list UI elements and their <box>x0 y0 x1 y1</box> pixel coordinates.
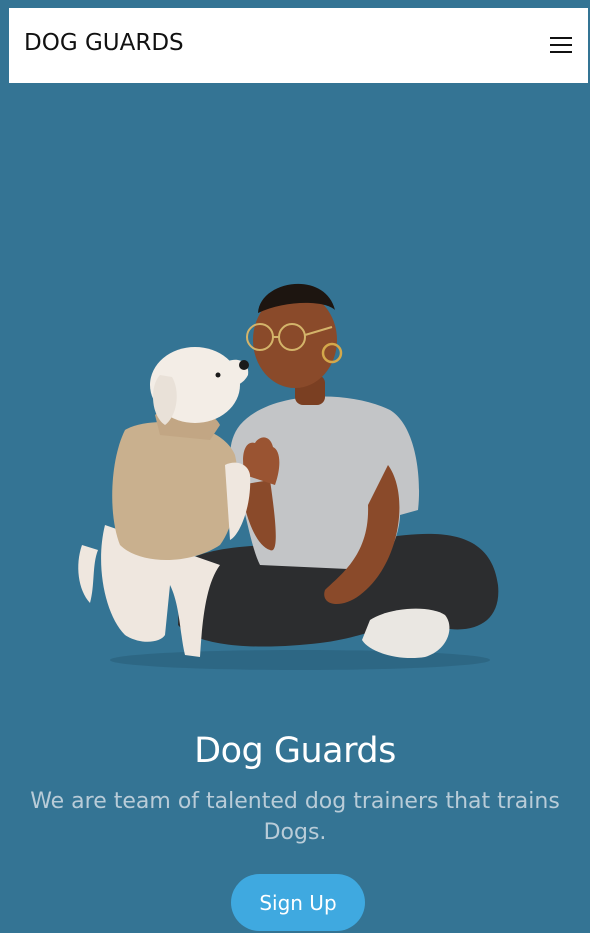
dog-sweater <box>112 422 238 560</box>
navbar: DOG GUARDS <box>9 8 588 83</box>
dog-nose <box>239 360 249 370</box>
person-with-dog-illustration <box>78 283 499 670</box>
sign-up-button[interactable]: Sign Up <box>231 874 365 931</box>
hero-subtitle: We are team of talented dog trainers tha… <box>30 789 560 845</box>
dog-tail <box>78 545 98 603</box>
hero-title: Dog Guards <box>194 731 396 772</box>
dog-eye <box>215 372 221 378</box>
hamburger-menu-icon[interactable] <box>550 35 572 55</box>
brand-logo-text[interactable]: DOG GUARDS <box>24 30 184 56</box>
